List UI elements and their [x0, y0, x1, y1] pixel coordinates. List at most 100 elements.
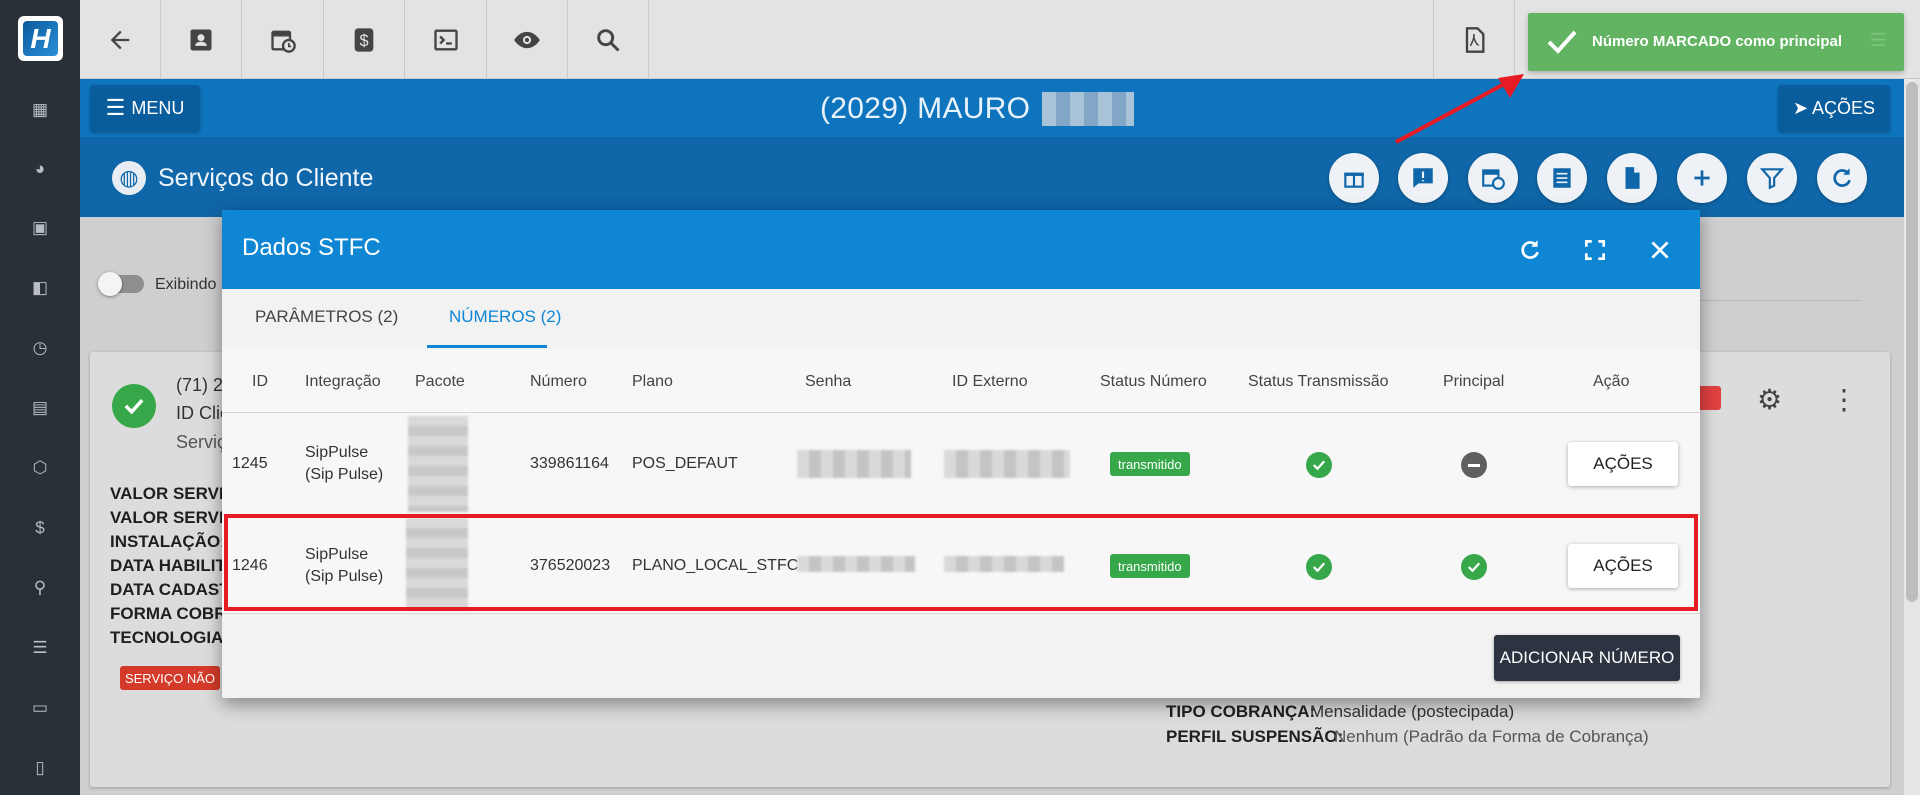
modal-title: Dados STFC: [242, 234, 381, 261]
menu-button[interactable]: ☰ MENU: [90, 85, 200, 131]
file-icon[interactable]: ▯: [28, 756, 52, 780]
field-valor-servico-2: VALOR SERVIC: [110, 508, 236, 527]
pie-chart-icon[interactable]: ◕: [28, 157, 52, 181]
gift-icon[interactable]: [1329, 153, 1379, 203]
col-id: ID: [252, 373, 268, 390]
filter-icon[interactable]: [1747, 153, 1797, 203]
services-title: Serviços do Cliente: [158, 164, 374, 192]
annotation-arrow: [1395, 74, 1524, 144]
send-icon: ➤: [1792, 97, 1809, 118]
field-tecnologia: TECNOLOGIA: [110, 628, 224, 647]
col-plano: Plano: [632, 373, 673, 390]
close-icon[interactable]: [1645, 235, 1675, 265]
list-icon[interactable]: [1537, 153, 1587, 203]
toggle-label: Exibindo: [155, 276, 217, 293]
modal-tabs: [222, 289, 1700, 349]
terminal-icon[interactable]: [405, 0, 487, 79]
col-status-numero: Status Número: [1100, 373, 1207, 390]
contact-card-icon[interactable]: [161, 0, 242, 79]
toggle-knob[interactable]: [98, 272, 122, 296]
check-circle-icon: [112, 384, 156, 428]
plus-icon[interactable]: [1677, 153, 1727, 203]
tab-numeros[interactable]: NÚMEROS (2): [449, 307, 561, 327]
badge-icon[interactable]: ▤: [28, 396, 52, 420]
col-status-transmissao: Status Transmissão: [1248, 373, 1389, 390]
row1-principal-minus-icon[interactable]: [1461, 452, 1487, 478]
calendar-clock-icon[interactable]: [242, 0, 324, 79]
package-icon[interactable]: ⬡: [28, 456, 52, 480]
client-title: (2029) MAURO: [820, 92, 1031, 125]
acoes-header-button[interactable]: ➤ AÇÕES: [1778, 85, 1890, 131]
refresh-icon[interactable]: [1515, 235, 1545, 265]
refresh-icon[interactable]: [1817, 153, 1867, 203]
redacted-name: [1042, 92, 1134, 126]
field-instalacao: INSTALAÇÃO:: [110, 532, 226, 551]
kebab-menu-icon[interactable]: ⋮: [1830, 383, 1858, 416]
toast-message: Número MARCADO como principal: [1592, 33, 1843, 50]
dados-stfc-modal: Dados STFC PARÂMETROS (2) NÚMEROS (2) ID…: [222, 210, 1700, 698]
menu-label: MENU: [131, 97, 185, 118]
fullscreen-icon[interactable]: [1580, 235, 1610, 265]
field-data-habilitacao: DATA HABILIT: [110, 556, 226, 575]
card-phone: (71) 2: [176, 375, 224, 395]
calendar-clock-icon[interactable]: [1468, 153, 1518, 203]
row1-plano: POS_DEFAUT: [632, 455, 738, 472]
row1-integracao: SipPulse (Sip Pulse): [305, 442, 383, 486]
col-acao: Ação: [1593, 373, 1630, 390]
tipo-cobranca-value: Mensalidade (postecipada): [1310, 702, 1515, 721]
left-rail: H ▦ ◕ ▣ ◧ ◷ ▤ ⬡ $ ⚲ ☰ ▭ ▯: [0, 0, 80, 795]
col-numero: Número: [530, 373, 587, 390]
map-pin-icon[interactable]: ⚲: [28, 576, 52, 600]
document-icon[interactable]: ☰: [28, 636, 52, 660]
row1-status-badge: transmitido: [1110, 452, 1190, 476]
dashboard-icon[interactable]: ▦: [28, 98, 52, 122]
row1-acoes-button[interactable]: AÇÕES: [1568, 442, 1678, 486]
globe-icon: ◍: [112, 161, 146, 195]
gear-icon[interactable]: ⚙: [1757, 383, 1782, 416]
server-icon[interactable]: ▭: [28, 696, 52, 720]
row1-integracao-line2: (Sip Pulse): [305, 466, 384, 483]
row1-pacote-redacted: [408, 416, 468, 512]
table-bottom-divider: [222, 613, 1700, 614]
eye-icon[interactable]: [487, 0, 568, 79]
field-forma-cobranca: FORMA COBRA: [110, 604, 239, 623]
document-icon[interactable]: [1607, 153, 1657, 203]
tab-parametros[interactable]: PARÂMETROS (2): [255, 307, 398, 327]
calendar-icon[interactable]: ◷: [28, 336, 52, 360]
active-tab-indicator: [427, 345, 547, 348]
hamburger-icon: ☰: [105, 95, 126, 120]
contact-icon[interactable]: ▣: [28, 216, 52, 240]
col-senha: Senha: [805, 373, 852, 390]
add-number-button[interactable]: ADICIONAR NÚMERO: [1494, 635, 1680, 681]
header-divider: [222, 412, 1700, 413]
col-pacote: Pacote: [415, 373, 465, 390]
row1-transmissao-check-icon: [1306, 452, 1332, 478]
status-badge: SERVIÇO NÃO: [120, 666, 220, 690]
row1-integracao-line1: SipPulse: [305, 444, 369, 461]
layout-icon[interactable]: ◧: [28, 276, 52, 300]
search-icon[interactable]: [568, 0, 649, 79]
highlight-box: [224, 514, 1698, 611]
field-data-cadastro: DATA CADAST: [110, 580, 230, 599]
acoes-label: AÇÕES: [1812, 97, 1876, 118]
card-service-label: Serviç: [176, 432, 227, 452]
svg-text:$: $: [359, 31, 368, 49]
col-integracao: Integração: [305, 373, 381, 390]
alert-chat-icon[interactable]: [1398, 153, 1448, 203]
list-icon: ☰: [1870, 30, 1887, 50]
row1-id-externo-redacted: [944, 450, 1070, 478]
modal-header: [222, 210, 1700, 289]
money-icon[interactable]: $: [28, 516, 52, 540]
back-arrow-icon[interactable]: [80, 0, 161, 79]
row1-senha-redacted: [797, 450, 911, 478]
logo-letter: H: [23, 21, 58, 56]
perfil-suspensao-value: Nenhum (Padrão da Forma de Cobrança): [1334, 727, 1649, 746]
app-logo[interactable]: H: [18, 16, 63, 61]
dollar-icon[interactable]: $: [324, 0, 405, 79]
scrollbar-thumb[interactable]: [1906, 82, 1918, 602]
col-principal: Principal: [1443, 373, 1505, 390]
tipo-cobranca-label: TIPO COBRANÇA:: [1166, 702, 1316, 721]
row1-id: 1245: [232, 455, 268, 472]
perfil-suspensao-label: PERFIL SUSPENSÃO:: [1166, 727, 1344, 746]
col-id-externo: ID Externo: [952, 373, 1028, 390]
